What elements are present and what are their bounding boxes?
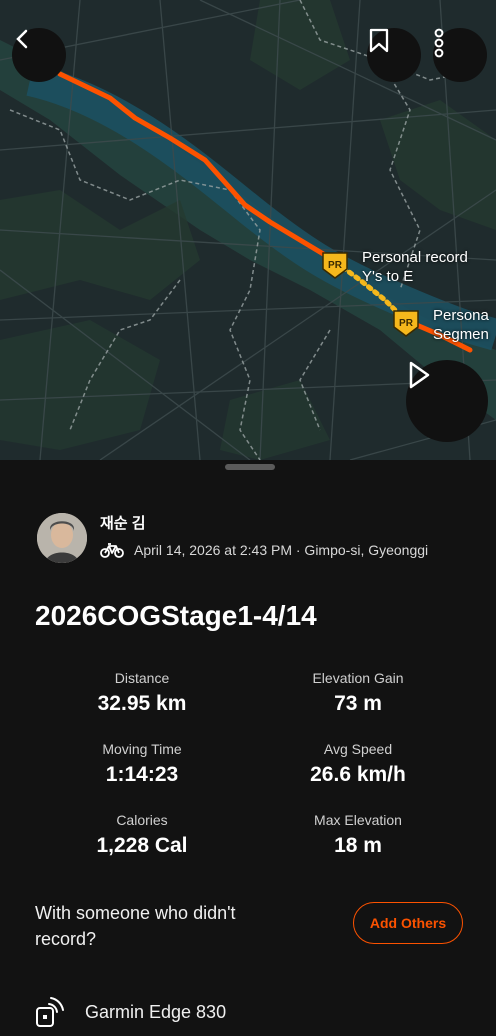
bookmark-button[interactable] — [367, 28, 421, 82]
pr-badge-icon[interactable]: PR — [391, 308, 421, 338]
more-options-button[interactable] — [433, 28, 487, 82]
activity-date: April 14, 2026 at 2:43 PM · Gimpo-si, Gy… — [134, 542, 428, 558]
athlete-photo — [37, 513, 87, 563]
stat-distance: Distance 32.95 km — [42, 670, 242, 716]
bookmark-icon — [369, 28, 389, 53]
stat-value: 32.95 km — [97, 692, 187, 715]
stat-elevation-gain: Elevation Gain 73 m — [258, 670, 458, 716]
activity-date-month: April — [134, 542, 163, 558]
more-vertical-icon — [434, 28, 444, 58]
pr-label-2[interactable]: Persona Segmen — [433, 306, 489, 344]
stat-value: 1:14:23 — [105, 763, 179, 786]
stat-value: 26.6 km/h — [310, 763, 406, 786]
avatar[interactable] — [37, 513, 87, 563]
stat-label: Elevation Gain — [312, 670, 404, 686]
pr-label-1[interactable]: Personal record Y's to E — [362, 248, 468, 286]
pr-label-2-line2: Segmen — [433, 326, 489, 343]
stat-label: Distance — [114, 670, 170, 686]
device-sync-icon — [36, 997, 64, 1027]
back-button[interactable] — [12, 28, 66, 82]
stat-avg-speed: Avg Speed 26.6 km/h — [258, 741, 458, 787]
stat-label: Calories — [116, 812, 168, 828]
device-name: Garmin Edge 830 — [85, 1001, 227, 1022]
svg-text:PR: PR — [399, 318, 414, 329]
athlete-name[interactable]: 재순 김 — [100, 512, 146, 533]
stat-calories: Calories 1,228 Cal — [42, 812, 242, 858]
activity-date-rest: 14, 2026 at 2:43 PM · Gimpo-si, Gyeonggi — [165, 542, 429, 558]
activity-sheet: 재순 김 April 14, 2026 at 2:43 PM · Gimpo-s… — [0, 460, 496, 1036]
pr-label-1-line2: Y's to E — [362, 268, 414, 285]
pr-badge-icon[interactable]: PR — [320, 250, 350, 280]
add-others-button[interactable]: Add Others — [353, 902, 463, 944]
add-others-prompt: With someone who didn't record? — [35, 903, 236, 949]
stat-label: Max Elevation — [314, 812, 402, 828]
stat-value: 73 m — [334, 692, 382, 715]
stat-value: 1,228 Cal — [96, 834, 188, 857]
pr-label-1-line1: Personal record — [362, 249, 468, 266]
stat-label: Moving Time — [102, 741, 182, 757]
stat-value: 18 m — [334, 834, 382, 857]
stat-moving-time: Moving Time 1:14:23 — [42, 741, 242, 787]
device-row: Garmin Edge 830 — [35, 996, 226, 1028]
activity-title[interactable]: 2026COGStage1-4/14 — [35, 600, 317, 632]
play-icon — [409, 361, 430, 389]
svg-text:PR: PR — [328, 260, 343, 271]
stat-max-elevation: Max Elevation 18 m — [258, 812, 458, 858]
pr-label-2-line1: Persona — [433, 307, 489, 324]
activity-meta: April 14, 2026 at 2:43 PM · Gimpo-si, Gy… — [100, 542, 428, 558]
play-flyover-button[interactable] — [406, 360, 488, 442]
chevron-left-icon — [16, 29, 28, 49]
sheet-grabber[interactable] — [225, 464, 275, 470]
route-map[interactable]: PR Personal record Y's to E PR Persona S… — [0, 0, 496, 460]
stat-label: Avg Speed — [323, 741, 393, 757]
bicycle-icon — [100, 543, 124, 558]
